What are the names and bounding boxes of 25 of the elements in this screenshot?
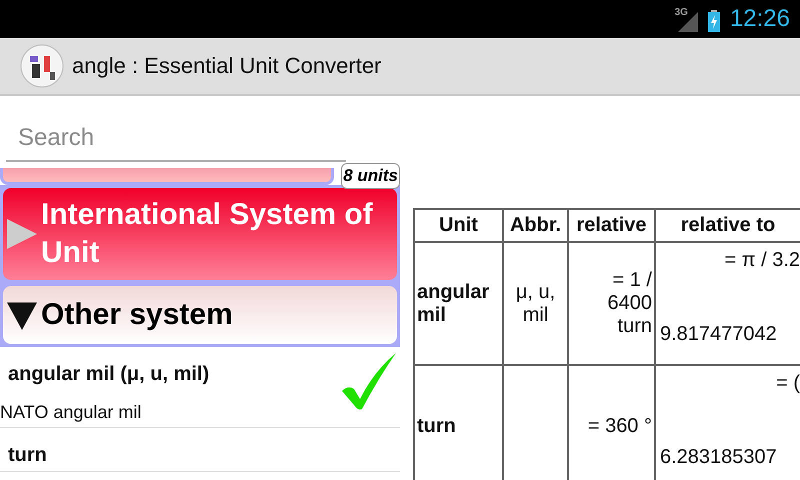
network-type: 3G	[674, 7, 688, 18]
column-header: Unit	[414, 209, 503, 242]
table-cell: turn	[414, 365, 503, 480]
app-title: angle : Essential Unit Converter	[72, 53, 382, 79]
table-cell-text: = (	[776, 372, 800, 395]
group-header[interactable]: International System of Unit	[3, 188, 397, 280]
table-cell-text: = π / 3.2	[724, 249, 800, 272]
search-field[interactable]: Search	[6, 116, 346, 162]
table-cell-text: 9.817477042	[660, 323, 777, 346]
unit-item[interactable]: turn	[0, 428, 400, 472]
group-header[interactable]: Other system	[3, 286, 397, 344]
column-header: Abbr.	[503, 209, 568, 242]
table-cell: μ, u, mil	[503, 242, 568, 365]
column-header: relative to	[655, 209, 800, 242]
table-cell: = 1 / 6400 turn	[568, 242, 655, 365]
column-header: relative	[568, 209, 655, 242]
unit-name: turn	[7, 444, 48, 467]
clock: 12:26	[730, 5, 790, 33]
unit-description: NATO angular mil	[0, 402, 142, 423]
table-cell-text: 6.283185307	[660, 446, 777, 469]
table-cell: angular mil	[414, 242, 503, 365]
app-logo-icon[interactable]	[20, 44, 64, 88]
unit-name: angular mil (μ, u, mil)	[7, 363, 210, 386]
unit-count-badge: 8 units	[341, 163, 400, 189]
battery-charging-icon	[708, 10, 720, 32]
